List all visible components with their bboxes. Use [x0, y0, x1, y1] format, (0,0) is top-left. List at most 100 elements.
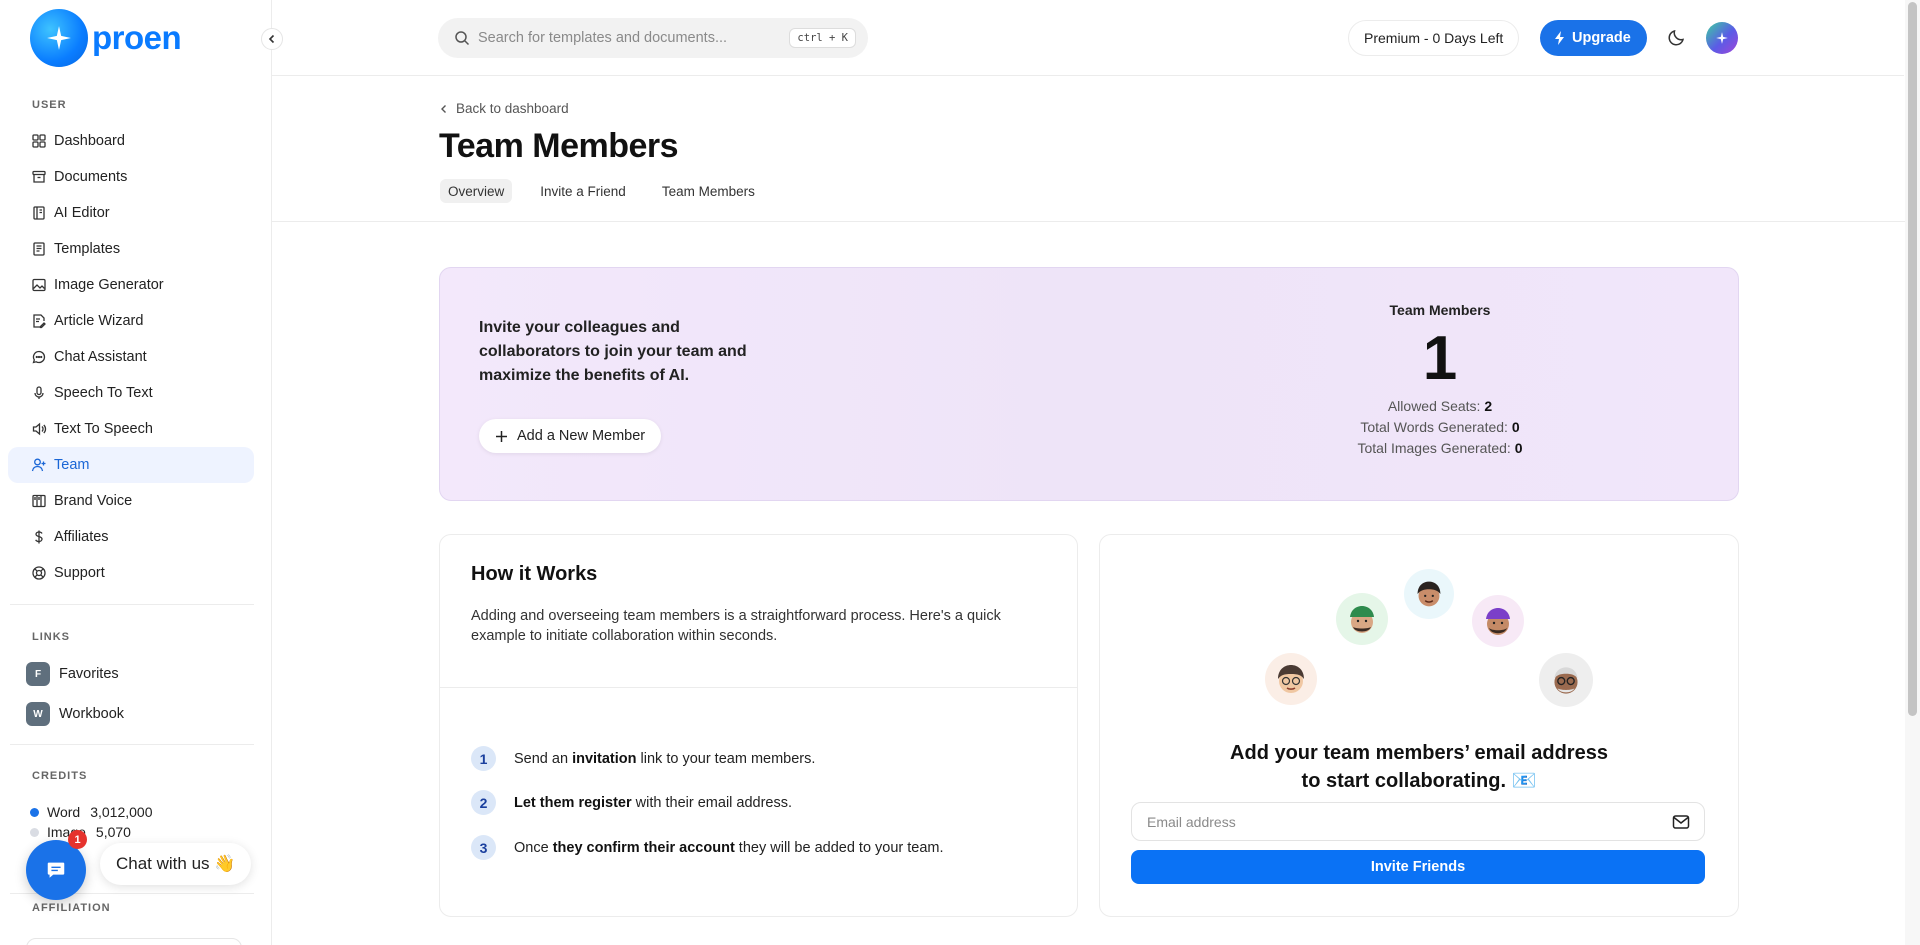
step-text: Send an invitation link to your team mem… — [514, 751, 815, 767]
microphone-icon — [34, 386, 44, 399]
dollar-icon — [35, 530, 43, 544]
email-input[interactable] — [1147, 813, 1647, 830]
sidebar-item-documents[interactable]: Documents — [8, 159, 254, 195]
sidebar-item-label: Text To Speech — [54, 421, 153, 437]
notebook-icon — [33, 206, 45, 220]
sidebar-item-label: Team — [54, 457, 90, 473]
sidebar-divider — [10, 744, 254, 745]
file-edit-icon — [33, 314, 46, 329]
topbar: ctrl + K Premium - 0 Days Left Upgrade — [272, 0, 1904, 76]
sidebar-item-image-generator[interactable]: Image Generator — [8, 267, 254, 303]
section-label-links: LINKS — [32, 631, 70, 643]
chat-with-us-button[interactable]: Chat with us 👋 — [100, 843, 252, 885]
chat-icon — [32, 350, 46, 364]
plan-status-button[interactable]: Premium - 0 Days Left — [1348, 20, 1520, 56]
sidebar: proen USER Dashboard Documents AI Editor… — [0, 0, 272, 945]
stat-value: 0 — [1514, 440, 1523, 456]
sidebar-item-ai-editor[interactable]: AI Editor — [8, 195, 254, 231]
chat-unread-badge: 1 — [68, 830, 87, 849]
columns-icon — [32, 494, 46, 508]
step-text-bold: invitation — [572, 750, 637, 767]
sidebar-item-brand-voice[interactable]: Brand Voice — [8, 483, 254, 519]
stat-total-words: Total Words Generated: 0 — [1260, 417, 1620, 438]
credit-name: Word — [47, 804, 81, 820]
user-avatar[interactable] — [1706, 22, 1738, 54]
sidebar-item-label: Chat Assistant — [54, 349, 147, 365]
step-3: 3 Once they confirm their account they w… — [471, 835, 944, 860]
step-2: 2 Let them register with their email add… — [471, 790, 792, 815]
sidebar-item-templates[interactable]: Templates — [8, 231, 254, 267]
member-avatar-3 — [1404, 569, 1454, 619]
avatar-face-icon — [1278, 665, 1304, 693]
user-plus-icon — [31, 458, 46, 472]
back-to-dashboard-link[interactable]: Back to dashboard — [440, 101, 569, 116]
section-label-affiliation: AFFILIATION — [32, 902, 111, 914]
invite-heading: Add your team members’ email address to s… — [1100, 739, 1738, 795]
step-text-pre: Once — [514, 839, 553, 856]
search-input[interactable] — [478, 30, 778, 46]
step-text: Once they confirm their account they wil… — [514, 840, 944, 856]
step-text: Let them register with their email addre… — [514, 795, 792, 811]
how-it-works-card: How it Works Adding and overseeing team … — [439, 534, 1078, 917]
avatar-face-icon — [1486, 608, 1510, 635]
link-badge: F — [26, 662, 50, 686]
sidebar-item-label: Support — [54, 565, 105, 581]
brand-logo[interactable]: proen — [30, 9, 182, 67]
tab-team-members[interactable]: Team Members — [654, 179, 763, 203]
sidebar-link-workbook[interactable]: W Workbook — [26, 702, 124, 726]
sidebar-item-label: Documents — [54, 169, 128, 185]
sidebar-item-support[interactable]: Support — [8, 555, 254, 591]
upgrade-button[interactable]: Upgrade — [1540, 20, 1647, 56]
credit-dot — [30, 827, 39, 837]
credit-dot — [30, 807, 39, 817]
collapse-sidebar-button[interactable] — [261, 28, 283, 50]
sidebar-link-favorites[interactable]: F Favorites — [26, 662, 119, 686]
chat-bubble-icon — [47, 862, 65, 878]
step-text-post: link to your team members. — [636, 750, 816, 767]
section-label-credits: CREDITS — [32, 770, 88, 782]
scrollbar-thumb[interactable] — [1908, 2, 1917, 716]
sidebar-item-text-to-speech[interactable]: Text To Speech — [8, 411, 254, 447]
step-text-bold: Let them register — [514, 794, 632, 811]
sidebar-nav: Dashboard Documents AI Editor Templates … — [8, 123, 254, 591]
link-label: Workbook — [59, 706, 125, 722]
tab-overview[interactable]: Overview — [440, 179, 513, 203]
sidebar-item-speech-to-text[interactable]: Speech To Text — [8, 375, 254, 411]
search-bar[interactable]: ctrl + K — [438, 18, 868, 58]
add-new-member-button[interactable]: Add a New Member — [479, 419, 662, 453]
stat-label: Total Images Generated: — [1357, 440, 1511, 456]
invite-card: Add your team members’ email address to s… — [1099, 534, 1739, 917]
step-text-bold: they confirm their account — [552, 839, 735, 856]
invite-friends-button[interactable]: Invite Friends — [1131, 850, 1705, 884]
lifebuoy-icon — [32, 566, 46, 580]
team-member-count: 1 — [1422, 324, 1458, 393]
affiliation-card[interactable] — [26, 938, 242, 945]
search-icon — [455, 31, 470, 46]
step-text-pre: Send an — [514, 750, 573, 767]
upgrade-label: Upgrade — [1572, 30, 1631, 46]
step-1: 1 Send an invitation link to your team m… — [471, 746, 815, 771]
member-avatar-5 — [1539, 653, 1593, 707]
sidebar-item-article-wizard[interactable]: Article Wizard — [8, 303, 254, 339]
email-field-wrapper[interactable] — [1131, 802, 1705, 841]
tab-invite-a-friend[interactable]: Invite a Friend — [532, 179, 634, 203]
link-badge: W — [26, 702, 50, 726]
sidebar-item-affiliates[interactable]: Affiliates — [8, 519, 254, 555]
dark-mode-toggle[interactable] — [1667, 27, 1687, 52]
sidebar-item-label: Templates — [54, 241, 121, 257]
sidebar-item-label: Speech To Text — [54, 385, 153, 401]
chevron-left-icon — [441, 104, 446, 113]
sidebar-item-team[interactable]: Team — [8, 447, 254, 483]
app-root: proen USER Dashboard Documents AI Editor… — [0, 0, 1920, 945]
avatar-face-icon — [1350, 606, 1374, 633]
sidebar-item-chat-assistant[interactable]: Chat Assistant — [8, 339, 254, 375]
sidebar-item-dashboard[interactable]: Dashboard — [8, 123, 254, 159]
chat-launcher-button[interactable] — [26, 840, 86, 900]
credit-value: 3,012,000 — [90, 804, 153, 820]
header-divider — [272, 221, 1905, 222]
stat-value: 0 — [1511, 419, 1520, 435]
back-label: Back to dashboard — [456, 101, 569, 116]
sidebar-item-label: Article Wizard — [54, 313, 144, 329]
how-it-works-description: Adding and overseeing team members is a … — [471, 608, 1001, 644]
file-text-icon — [33, 242, 45, 256]
